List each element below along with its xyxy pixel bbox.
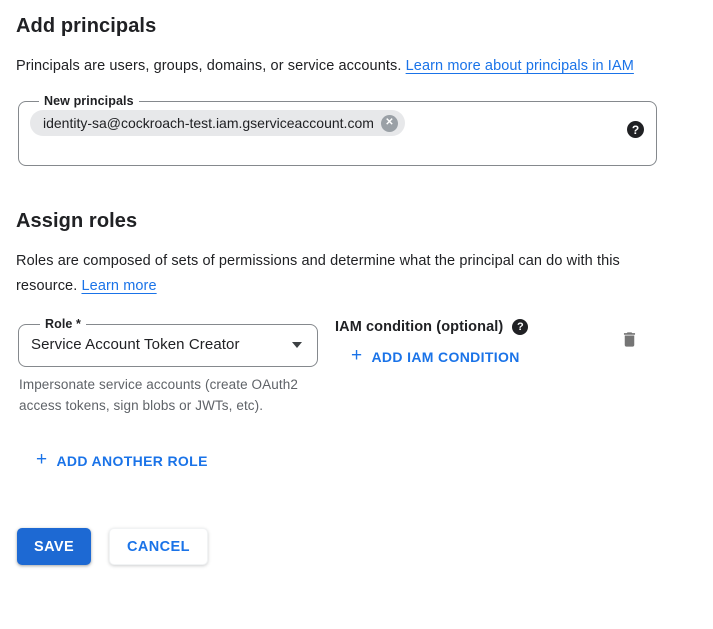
plus-icon: + (36, 450, 47, 469)
trash-icon (620, 329, 639, 350)
plus-icon: + (351, 346, 362, 365)
add-another-role-label: ADD ANOTHER ROLE (56, 453, 207, 469)
cancel-button[interactable]: CANCEL (109, 528, 208, 565)
iam-condition-label: IAM condition (optional) (335, 319, 503, 335)
iam-condition-help-icon[interactable]: ? (512, 319, 528, 335)
chip-remove-icon[interactable]: ✕ (381, 115, 398, 132)
chevron-down-icon (292, 342, 302, 348)
principals-description: Principals are users, groups, domains, o… (16, 54, 671, 79)
new-principals-field[interactable]: New principals identity-sa@cockroach-tes… (18, 94, 657, 166)
role-label: Role * (40, 317, 86, 331)
principals-description-text: Principals are users, groups, domains, o… (16, 58, 406, 74)
principal-chip[interactable]: identity-sa@cockroach-test.iam.gservicea… (30, 110, 405, 136)
role-row: Role * Service Account Token Creator Imp… (16, 317, 697, 416)
role-select[interactable]: Role * Service Account Token Creator (18, 317, 318, 367)
principal-chip-label: identity-sa@cockroach-test.iam.gservicea… (43, 115, 374, 131)
learn-more-roles-link[interactable]: Learn more (81, 278, 156, 294)
role-selected-value: Service Account Token Creator (31, 336, 240, 353)
dialog-footer: SAVE CANCEL (17, 528, 697, 565)
iam-condition-column: IAM condition (optional) ? + ADD IAM CON… (335, 317, 528, 371)
principals-help-icon[interactable]: ? (627, 121, 644, 138)
assign-roles-title: Assign roles (16, 209, 697, 233)
role-helper-text: Impersonate service accounts (create OAu… (19, 374, 311, 416)
add-principals-dialog: Add principals Principals are users, gro… (0, 0, 713, 629)
new-principals-label: New principals (39, 94, 139, 108)
learn-more-principals-link[interactable]: Learn more about principals in IAM (406, 58, 634, 74)
delete-role-button[interactable] (618, 327, 641, 355)
role-column: Role * Service Account Token Creator Imp… (16, 317, 316, 416)
add-iam-condition-button[interactable]: + ADD IAM CONDITION (343, 342, 528, 371)
roles-description: Roles are composed of sets of permission… (16, 249, 671, 299)
add-another-role-button[interactable]: + ADD ANOTHER ROLE (28, 446, 216, 475)
add-iam-condition-label: ADD IAM CONDITION (371, 349, 519, 365)
page-title: Add principals (16, 14, 697, 38)
save-button[interactable]: SAVE (17, 528, 91, 565)
